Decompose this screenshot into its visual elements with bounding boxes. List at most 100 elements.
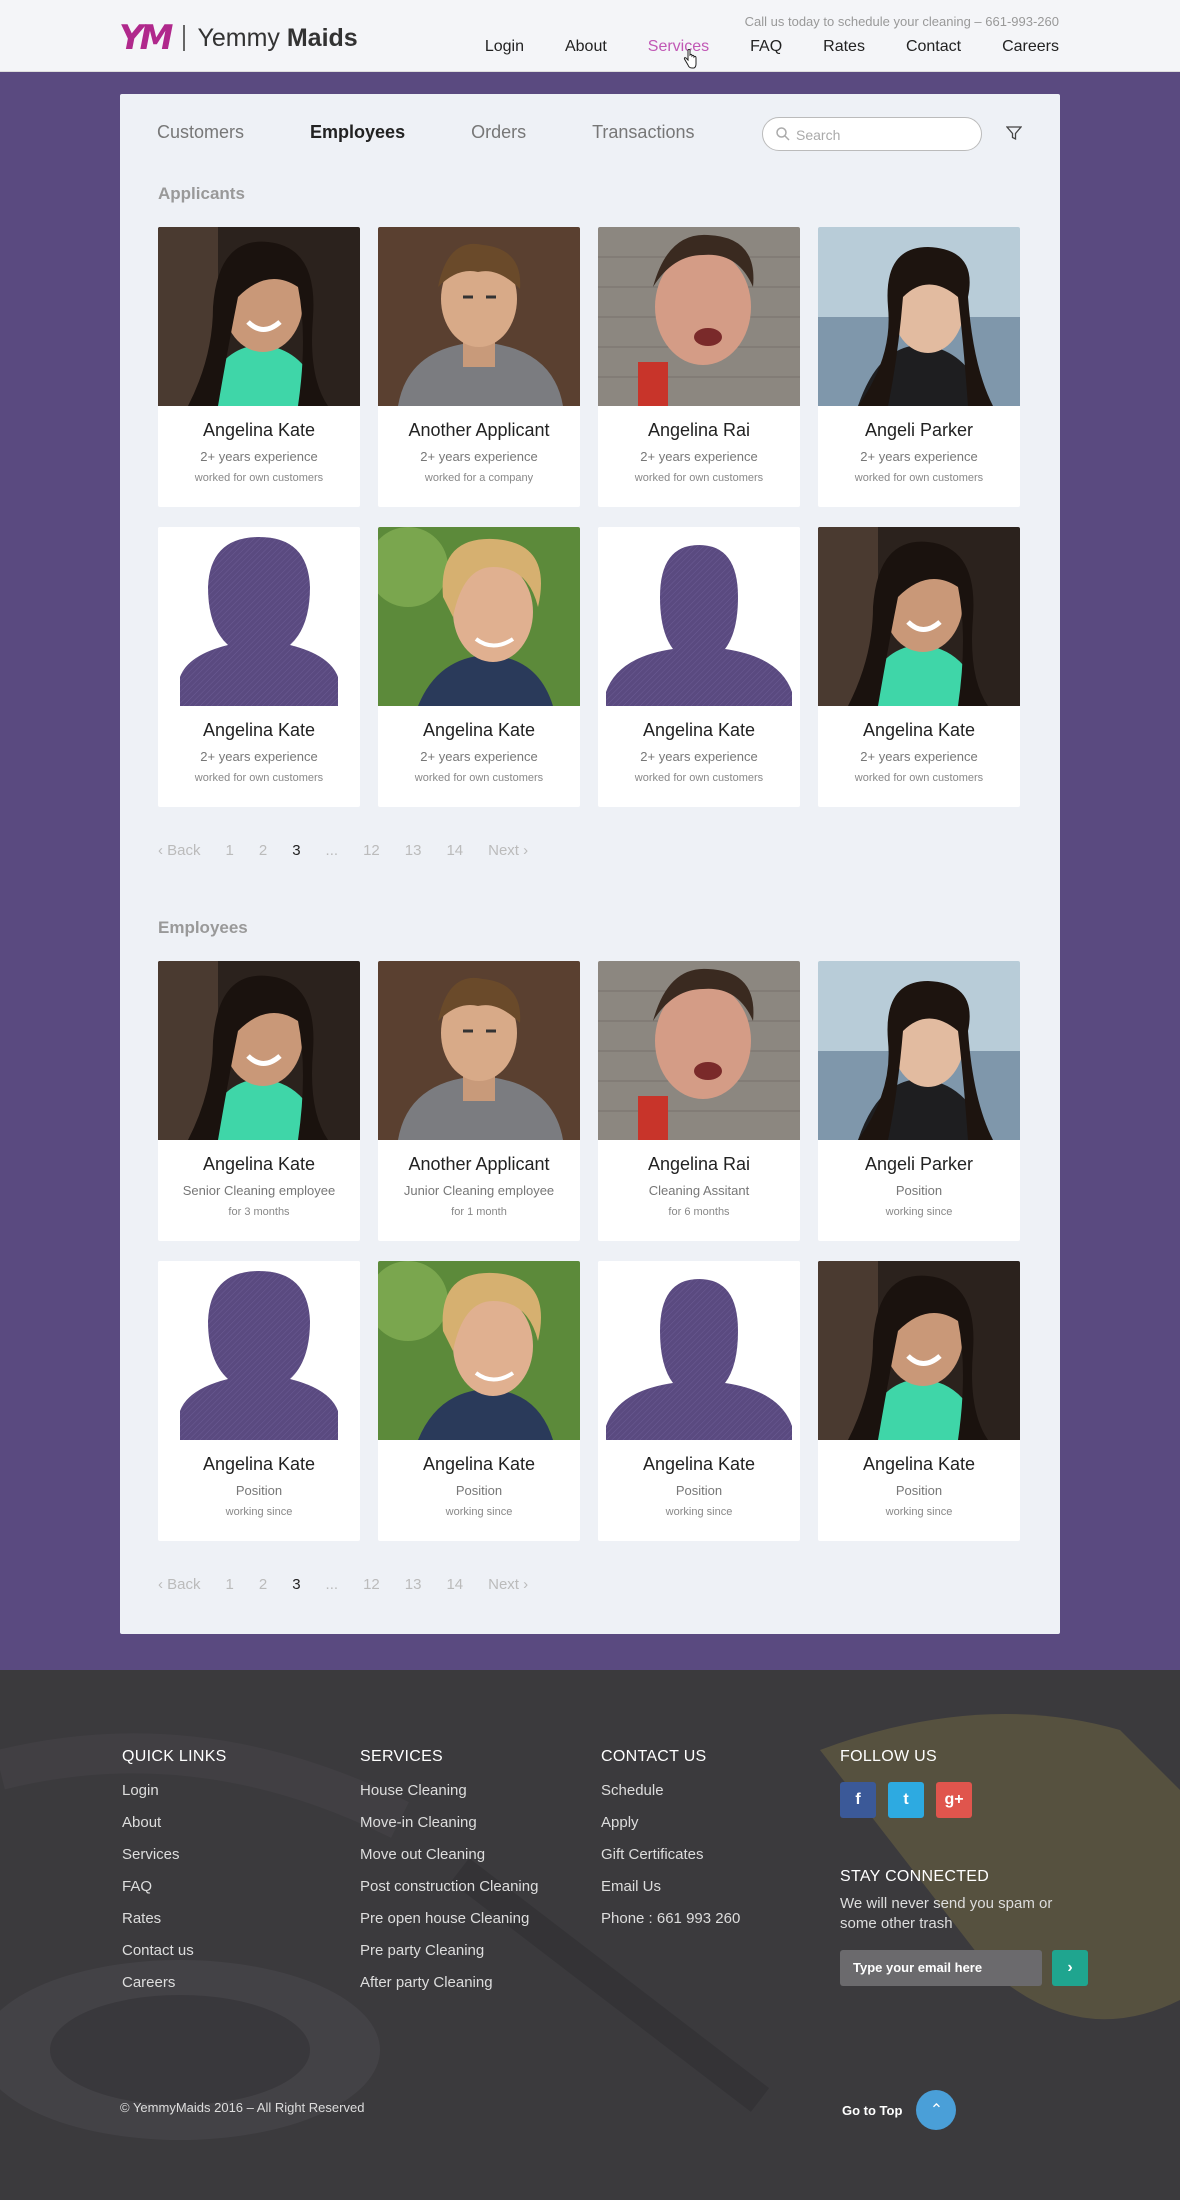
quick-link[interactable]: Login [122, 1782, 227, 1814]
service-link[interactable]: Pre party Cleaning [360, 1942, 538, 1974]
pagination-back-button[interactable]: ‹ Back [158, 842, 201, 859]
employees-card[interactable]: Angelina Kate Position working since [818, 1261, 1020, 1541]
contact-column: CONTACT US Schedule Apply Gift Certificate… [601, 1748, 740, 1942]
card-line2: worked for own customers [854, 472, 984, 484]
contact-link[interactable]: Apply [601, 1814, 740, 1846]
applicants-card[interactable]: Angelina Kate 2+ years experience worked f… [598, 527, 800, 807]
quick-link[interactable]: About [122, 1814, 227, 1846]
pagination-back-button[interactable]: ‹ Back [158, 1576, 201, 1593]
quick-links-column: QUICK LINKS Login About Services FAQ Rates Co… [122, 1748, 227, 2006]
subscribe-button[interactable]: › [1052, 1950, 1088, 1986]
person-name: Angelina Kate [862, 1454, 976, 1474]
stay-connected-text: We will never send you spam or some othe… [840, 1895, 1053, 1932]
copyright-text: © YemmyMaids 2016 – All Right Reserved [120, 2100, 365, 2115]
go-to-top[interactable]: Go to Top ⌃ [842, 2090, 957, 2130]
services-heading: SERVICES [360, 1748, 444, 1765]
card-line1: Position [455, 1483, 503, 1498]
employees-card[interactable]: Angelina Kate Position working since [598, 1261, 800, 1541]
twitter-icon[interactable]: t [888, 1782, 924, 1818]
employees-card[interactable]: Angelina Rai Cleaning Assitant for 6 month… [598, 961, 800, 1241]
quick-link[interactable]: Rates [122, 1910, 227, 1942]
quick-link[interactable]: Careers [122, 1974, 227, 2006]
follow-heading: FOLLOW US [840, 1748, 937, 1765]
applicants-card[interactable]: Angelina Kate 2+ years experience worked f… [378, 527, 580, 807]
profile-photo [818, 527, 1020, 706]
email-field[interactable]: Type your email here [840, 1950, 1042, 1986]
person-name: Angeli Parker [864, 420, 974, 440]
applicants-card[interactable]: Angelina Rai 2+ years experience worked fo… [598, 227, 800, 507]
tab-customers[interactable]: Customers [157, 122, 244, 143]
service-link[interactable]: After party Cleaning [360, 1974, 538, 2006]
nav-about[interactable]: About [565, 38, 607, 56]
pagination-next-button[interactable]: Next › [488, 1576, 528, 1593]
applicants-card[interactable]: Angeli Parker 2+ years experience worked f… [818, 227, 1020, 507]
nav-login[interactable]: Login [485, 38, 524, 56]
applicants-card[interactable]: Angelina Kate 2+ years experience worked f… [818, 527, 1020, 807]
profile-photo [598, 227, 800, 406]
google-plus-icon[interactable]: g+ [936, 1782, 972, 1818]
pagination-page[interactable]: 3 [292, 842, 300, 859]
tab-orders[interactable]: Orders [471, 122, 526, 143]
pagination-page[interactable]: 3 [292, 1576, 300, 1593]
pagination-page[interactable]: 1 [226, 842, 234, 859]
employees-card[interactable]: Another Applicant Junior Cleaning employe… [378, 961, 580, 1241]
quick-link[interactable]: Services [122, 1846, 227, 1878]
applicants-pagination: ‹ Back 1 2 3... 12 13 14 Next › [158, 842, 553, 859]
contact-heading: CONTACT US [601, 1748, 707, 1765]
card-line2: worked for own customers [634, 772, 764, 784]
nav-careers[interactable]: Careers [1002, 38, 1059, 56]
contact-link[interactable]: Phone : 661 993 260 [601, 1910, 740, 1942]
site-footer: QUICK LINKS Login About Services FAQ Rates Co… [0, 1670, 1180, 2200]
person-name: Angelina Kate [862, 720, 976, 740]
pagination-page[interactable]: 14 [446, 842, 463, 859]
card-line2: worked for own customers [194, 772, 324, 784]
card-line2: working since [665, 1506, 733, 1518]
logo[interactable]: YM Yemmy Maids [119, 18, 358, 58]
contact-link[interactable]: Schedule [601, 1782, 740, 1814]
employees-card[interactable]: Angelina Kate Position working since [158, 1261, 360, 1541]
pagination-page[interactable]: 2 [259, 1576, 267, 1593]
search-input[interactable]: Search [762, 117, 982, 151]
contact-link[interactable]: Gift Certificates [601, 1846, 740, 1878]
employees-card[interactable]: Angelina Kate Senior Cleaning employee for… [158, 961, 360, 1241]
applicants-card[interactable]: Another Applicant 2+ years experience work… [378, 227, 580, 507]
pagination-page[interactable]: 13 [405, 842, 422, 859]
facebook-icon[interactable]: f [840, 1782, 876, 1818]
nav-contact[interactable]: Contact [906, 38, 961, 56]
card-line1: 2+ years experience [860, 449, 978, 464]
nav-services[interactable]: Services [648, 38, 709, 56]
applicants-heading: Applicants [158, 184, 245, 203]
applicants-card[interactable]: Angelina Kate 2+ years experience worked f… [158, 527, 360, 807]
profile-photo [158, 227, 360, 406]
pagination-page[interactable]: 12 [363, 842, 380, 859]
tab-employees[interactable]: Employees [310, 122, 405, 143]
pagination-page[interactable]: 12 [363, 1576, 380, 1593]
pagination-page[interactable]: 1 [226, 1576, 234, 1593]
profile-photo [378, 227, 580, 406]
card-line1: Cleaning Assitant [648, 1183, 750, 1198]
card-line2: for 1 month [451, 1206, 507, 1218]
tab-transactions[interactable]: Transactions [592, 122, 694, 143]
chevron-up-icon[interactable]: ⌃ [916, 2090, 957, 2130]
nav-rates[interactable]: Rates [823, 38, 865, 56]
contact-link[interactable]: Email Us [601, 1878, 740, 1910]
employees-card[interactable]: Angelina Kate Position working since [378, 1261, 580, 1541]
filter-icon[interactable] [1006, 125, 1022, 141]
service-link[interactable]: Move out Cleaning [360, 1846, 538, 1878]
profile-photo [598, 1261, 800, 1440]
service-link[interactable]: Move-in Cleaning [360, 1814, 538, 1846]
nav-faq[interactable]: FAQ [750, 38, 782, 56]
employees-card[interactable]: Angeli Parker Position working since [818, 961, 1020, 1241]
quick-link[interactable]: FAQ [122, 1878, 227, 1910]
pagination-next-button[interactable]: Next › [488, 842, 528, 859]
service-link[interactable]: Pre open house Cleaning [360, 1910, 538, 1942]
applicants-card[interactable]: Angelina Kate 2+ years experience worked f… [158, 227, 360, 507]
newsletter-form: Type your email here › [840, 1950, 1088, 1986]
pagination-page[interactable]: 13 [405, 1576, 422, 1593]
service-link[interactable]: Post construction Cleaning [360, 1878, 538, 1910]
pagination-page[interactable]: 2 [259, 842, 267, 859]
service-link[interactable]: House Cleaning [360, 1782, 538, 1814]
stay-connected-heading: STAY CONNECTED [840, 1868, 990, 1885]
pagination-page[interactable]: 14 [446, 1576, 463, 1593]
quick-link[interactable]: Contact us [122, 1942, 227, 1974]
